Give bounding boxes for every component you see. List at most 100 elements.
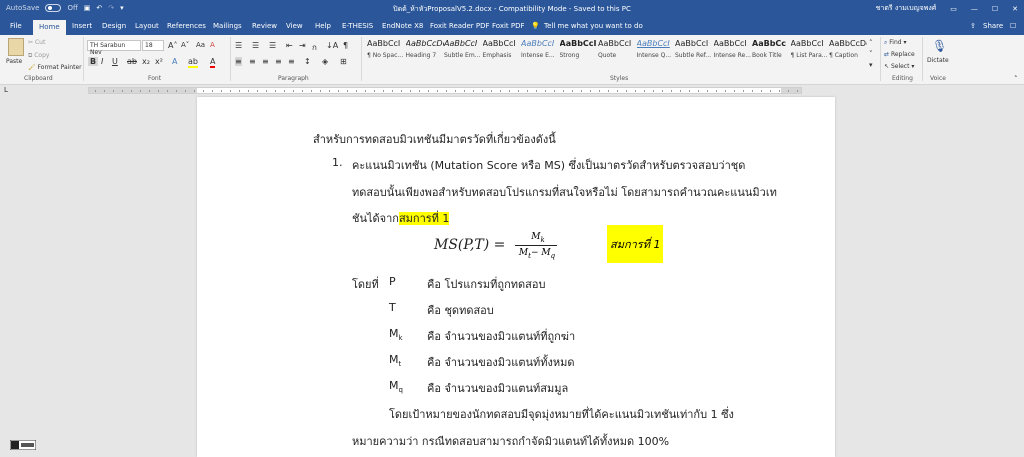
tab-ethesis[interactable]: E-THESIS xyxy=(342,22,373,30)
ribbon-display-icon[interactable]: ▭ xyxy=(950,5,957,13)
align-left-icon[interactable]: ≡ xyxy=(235,57,242,66)
style-preview: AaBbCcI xyxy=(636,39,670,48)
decrease-indent-icon[interactable]: ⇤ xyxy=(286,41,293,50)
paragraph-line: หมายความว่า กรณีทดสอบสามารถกำจัดมิวแตนท์… xyxy=(352,435,670,448)
comments-icon[interactable]: ☐ xyxy=(1010,22,1016,30)
list-item-line: ชันได้จากสมการที่ 1 xyxy=(352,212,450,225)
superscript-icon[interactable]: x² xyxy=(155,57,163,66)
close-icon[interactable]: ✕ xyxy=(1012,5,1018,13)
style-name: Emphasis xyxy=(482,52,512,59)
style-item[interactable]: AaBbCcI Intense E... xyxy=(521,39,559,69)
line-spacing-icon[interactable]: ↕ xyxy=(304,57,311,66)
style-item[interactable]: AaBbCcI Intense Q... xyxy=(637,39,675,69)
maximize-icon[interactable]: ☐ xyxy=(992,5,998,13)
user-name[interactable]: ชาตรี งามเบญจพงศ์ xyxy=(876,3,937,14)
strikethrough-icon[interactable]: ab xyxy=(127,57,137,66)
sort-icon[interactable]: ↓A xyxy=(326,41,338,50)
style-preview: AaBbCcI xyxy=(790,39,824,48)
align-center-icon[interactable]: ≡ xyxy=(249,57,256,66)
font-name-select[interactable]: TH Sarabun Nev xyxy=(87,40,141,56)
tab-home[interactable]: Home xyxy=(33,20,66,35)
definition-text: คือ จำนวนของมิวแตนท์สมมูล xyxy=(427,382,569,395)
share-icon[interactable]: ⇪ xyxy=(970,22,976,30)
format-painter-button[interactable]: 🖌 Format Painter xyxy=(28,64,82,71)
style-item[interactable]: AaBbCcDc Heading 7 xyxy=(406,39,444,69)
italic-icon[interactable]: I xyxy=(101,57,103,66)
style-preview: AaBbCcI xyxy=(598,39,632,48)
shading-icon[interactable]: ◈ xyxy=(322,57,328,66)
tab-design[interactable]: Design xyxy=(102,22,126,30)
style-item[interactable]: AaBbCcI Subtle Em... xyxy=(444,39,482,69)
definition-text: คือ ชุดทดสอบ xyxy=(427,304,494,317)
tab-selector-icon[interactable]: L xyxy=(4,86,8,94)
numbering-icon[interactable]: ☰ xyxy=(252,41,259,50)
equation-reference[interactable]: สมการที่ 1 xyxy=(398,212,450,225)
bold-icon[interactable]: B xyxy=(88,57,99,66)
style-item[interactable]: AaBbCcI Quote xyxy=(598,39,636,69)
gallery-more-icon[interactable]: ▾ xyxy=(869,61,873,69)
multilevel-list-icon[interactable]: ☰ xyxy=(269,41,276,50)
thai-distributed-icon[interactable]: ก xyxy=(312,41,317,54)
style-name: Quote xyxy=(598,52,617,59)
text-effects-icon[interactable]: A xyxy=(172,57,177,66)
tab-help[interactable]: Help xyxy=(315,22,331,30)
tab-insert[interactable]: Insert xyxy=(72,22,92,30)
tab-references[interactable]: References xyxy=(167,22,206,30)
style-preview: AaBbCcDc xyxy=(405,39,444,48)
font-size-select[interactable]: 18 xyxy=(142,40,164,51)
tab-foxit-reader-pdf[interactable]: Foxit Reader PDF xyxy=(430,22,490,30)
style-item[interactable]: AaBbCcI Intense Re... xyxy=(714,39,752,69)
style-name: ¶ Caption xyxy=(829,52,858,59)
tab-mailings[interactable]: Mailings xyxy=(213,22,242,30)
underline-icon[interactable]: U xyxy=(112,57,118,66)
cut-button[interactable]: ✂ Cut xyxy=(28,39,45,46)
definition-symbol: T xyxy=(389,301,396,314)
document-page[interactable]: สำหรับการทดสอบมิวเทชันมีมาตรวัดที่เกี่ยว… xyxy=(197,97,835,457)
style-item[interactable]: AaBbCcI Strong xyxy=(560,39,598,69)
window-title: ปิดต้_ห้าหัวProposalV5.2.docx - Compatib… xyxy=(393,5,631,13)
replace-button[interactable]: ⇄ Replace xyxy=(884,51,915,58)
paste-button[interactable]: Paste xyxy=(6,58,22,65)
clear-formatting-icon[interactable]: A xyxy=(210,41,215,49)
shrink-font-icon[interactable]: A˅ xyxy=(181,41,189,49)
grow-font-icon[interactable]: A˄ xyxy=(168,41,177,50)
justify-icon[interactable]: ≡ xyxy=(275,57,282,66)
bullets-icon[interactable]: ☰ xyxy=(235,41,242,50)
paste-icon[interactable] xyxy=(8,38,24,56)
style-item[interactable]: AaBbCc Book Title xyxy=(752,39,790,69)
style-item[interactable]: AaBbCcDc ¶ Caption xyxy=(829,39,867,69)
style-item[interactable]: AaBbCcI Emphasis xyxy=(483,39,521,69)
font-color-icon[interactable]: A xyxy=(210,57,216,68)
style-item[interactable]: AaBbCcI ¶ No Spac... xyxy=(367,39,405,69)
highlight-icon[interactable]: ab xyxy=(188,57,198,68)
minimize-icon[interactable]: — xyxy=(971,5,978,13)
horizontal-ruler[interactable]: L xyxy=(0,86,1024,95)
dictate-button[interactable]: Dictate xyxy=(927,57,949,64)
tab-view[interactable]: View xyxy=(286,22,303,30)
tab-endnote[interactable]: EndNote X8 xyxy=(382,22,423,30)
style-item[interactable]: AaBbCcI Subtle Ref... xyxy=(675,39,713,69)
increase-indent-icon[interactable]: ⇥ xyxy=(299,41,306,50)
gallery-down-icon[interactable]: ˅ xyxy=(869,50,873,58)
subscript-icon[interactable]: x₂ xyxy=(142,57,150,66)
style-name: Intense E... xyxy=(521,52,555,59)
tab-review[interactable]: Review xyxy=(252,22,277,30)
borders-icon[interactable]: ⊞ xyxy=(340,57,347,66)
tab-layout[interactable]: Layout xyxy=(135,22,159,30)
distributed-icon[interactable]: ≡ xyxy=(288,57,295,66)
copy-button[interactable]: ⧉ Copy xyxy=(28,52,49,60)
collapse-ribbon-icon[interactable]: ˄ xyxy=(1014,75,1018,83)
style-item[interactable]: AaBbCcI ¶ List Para... xyxy=(791,39,829,69)
share-button[interactable]: Share xyxy=(983,22,1003,30)
select-button[interactable]: ↖ Select ▾ xyxy=(884,63,914,70)
show-marks-icon[interactable]: ¶ xyxy=(343,41,348,50)
change-case-icon[interactable]: Aa xyxy=(196,41,205,49)
tab-file[interactable]: File xyxy=(10,22,22,30)
tab-foxit-pdf[interactable]: Foxit PDF xyxy=(492,22,525,30)
tell-me-input[interactable]: Tell me what you want to do xyxy=(544,22,643,30)
microphone-icon[interactable]: 🎙 xyxy=(932,39,947,53)
align-right-icon[interactable]: ≡ xyxy=(262,57,269,66)
find-button[interactable]: ⌕ Find ▾ xyxy=(884,39,907,47)
gallery-up-icon[interactable]: ˄ xyxy=(869,39,873,47)
where-label: โดยที่ xyxy=(352,278,379,291)
